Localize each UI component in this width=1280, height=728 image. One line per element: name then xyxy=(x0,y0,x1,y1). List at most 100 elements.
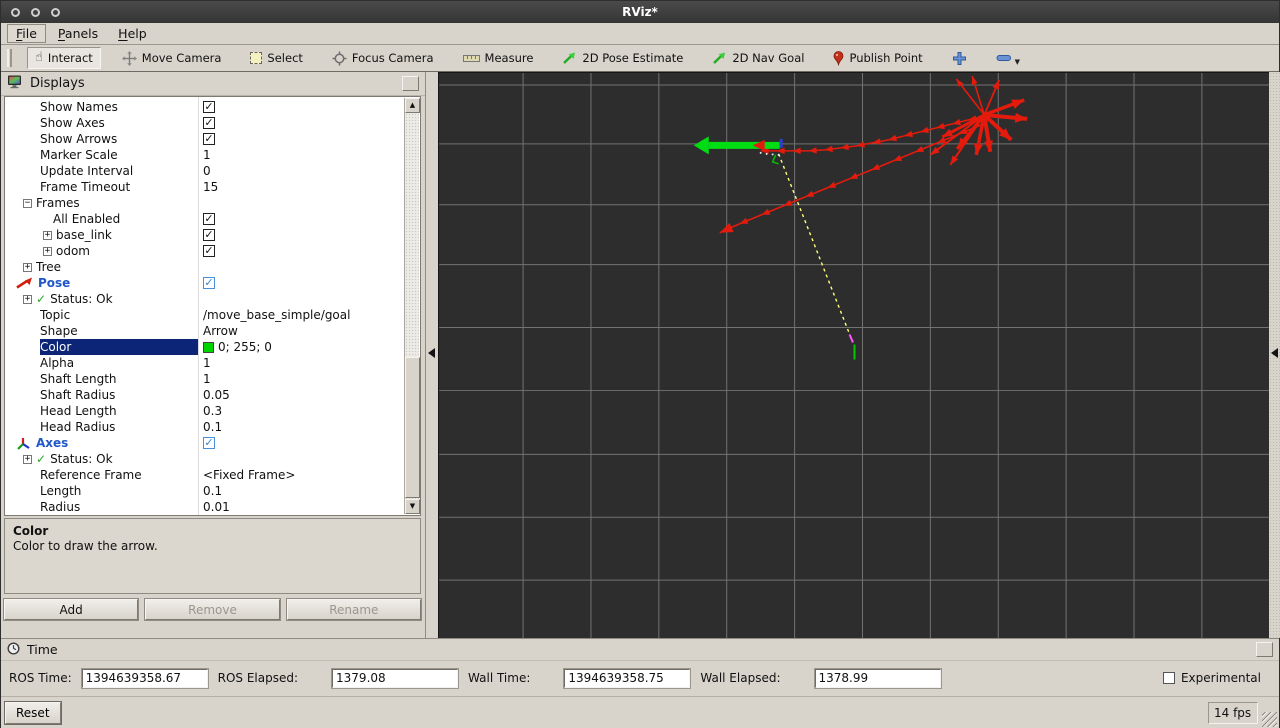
title-bar[interactable]: RViz* xyxy=(1,1,1279,23)
row-value[interactable]: 0.01 xyxy=(203,499,230,515)
pose-display-icon xyxy=(15,277,34,289)
tree-row-odom[interactable]: +odom✓ xyxy=(5,243,403,259)
remove-button[interactable]: Remove xyxy=(145,599,279,620)
tool-select[interactable]: Select xyxy=(242,47,310,69)
panel-splitter[interactable] xyxy=(426,72,438,638)
row-value[interactable]: /move_base_simple/goal xyxy=(203,307,350,323)
tree-row-show-axes[interactable]: Show Axes ✓ xyxy=(5,115,403,131)
scrollbar-up-button[interactable]: ▲ xyxy=(405,98,420,113)
tree-row-marker-scale[interactable]: Marker Scale1 xyxy=(5,147,403,163)
tree-row-head-length[interactable]: Head Length0.3 xyxy=(5,403,403,419)
row-value[interactable]: 0 xyxy=(203,163,211,179)
tool-focus-camera[interactable]: Focus Camera xyxy=(324,47,442,70)
expander-minus[interactable]: − xyxy=(23,199,32,208)
ros-elapsed-input[interactable] xyxy=(332,669,458,688)
tree-row-axes[interactable]: Axes✓ xyxy=(5,435,403,451)
menu-panels[interactable]: Panels xyxy=(50,25,106,42)
row-value[interactable]: 0.1 xyxy=(203,483,222,499)
row-value[interactable]: <Fixed Frame> xyxy=(203,467,295,483)
row-checkbox[interactable]: ✓ xyxy=(203,437,215,449)
displays-panel-header[interactable]: Displays xyxy=(1,72,425,96)
time-panel-header[interactable]: Time xyxy=(1,639,1279,661)
row-checkbox[interactable]: ✓ xyxy=(203,277,215,289)
main-area: Displays Show Names✓Show Axes✓Show Arrow… xyxy=(1,72,1279,638)
tree-row-shape[interactable]: ShapeArrow xyxy=(5,323,403,339)
displays-buttons: Add Remove Rename xyxy=(4,599,421,620)
tool-publish-point[interactable]: Publish Point xyxy=(825,47,930,70)
row-value[interactable]: Arrow xyxy=(203,323,238,339)
tree-row-status-ok[interactable]: +✓Status: Ok xyxy=(5,451,403,467)
row-checkbox[interactable]: ✓ xyxy=(203,117,215,129)
tree-row-show-names[interactable]: Show Names✓ xyxy=(5,99,403,115)
displays-undock-button[interactable] xyxy=(402,76,419,91)
wall-elapsed-input[interactable] xyxy=(815,669,941,688)
color-swatch[interactable] xyxy=(203,342,214,353)
ros-time-input[interactable] xyxy=(82,669,208,688)
scrollbar-thumb[interactable] xyxy=(405,357,420,498)
scrollbar-down-button[interactable]: ▼ xyxy=(405,499,420,514)
tree-row-radius[interactable]: Radius0.01 xyxy=(5,499,403,515)
3d-viewport[interactable] xyxy=(438,72,1269,638)
tree-row-pose[interactable]: Pose✓ xyxy=(5,275,403,291)
row-checkbox[interactable]: ✓ xyxy=(203,101,215,113)
expander-plus[interactable]: + xyxy=(43,247,52,256)
tree-row-all-enabled[interactable]: All Enabled✓ xyxy=(5,211,403,227)
experimental-checkbox[interactable] xyxy=(1163,672,1175,684)
experimental-toggle[interactable]: Experimental xyxy=(1163,671,1261,685)
laser-dot xyxy=(766,153,768,155)
tree-row-frame-timeout[interactable]: Frame Timeout15 xyxy=(5,179,403,195)
row-value[interactable]: 0; 255; 0 xyxy=(218,339,272,355)
tree-row-base-link[interactable]: +base_link✓ xyxy=(5,227,403,243)
time-undock-button[interactable] xyxy=(1256,642,1273,657)
expander-plus[interactable]: + xyxy=(23,295,32,304)
expander-plus[interactable]: + xyxy=(23,455,32,464)
row-value[interactable]: 1 xyxy=(203,147,211,163)
rename-button[interactable]: Rename xyxy=(287,599,421,620)
right-splitter-collapse-arrow[interactable] xyxy=(1271,348,1278,358)
tree-row-shaft-length[interactable]: Shaft Length1 xyxy=(5,371,403,387)
tool-2d-pose-estimate[interactable]: 2D Pose Estimate xyxy=(554,47,691,69)
tree-row-update-interval[interactable]: Update Interval0 xyxy=(5,163,403,179)
menu-file[interactable]: File xyxy=(7,24,46,43)
reset-button[interactable]: Reset xyxy=(5,702,61,724)
row-value[interactable]: 0.3 xyxy=(203,403,222,419)
tree-row-show-arrows[interactable]: Show Arrows✓ xyxy=(5,131,403,147)
tree-row-color[interactable]: Color0; 255; 0 xyxy=(5,339,403,355)
right-dock-splitter[interactable] xyxy=(1269,72,1280,638)
tool-plus[interactable] xyxy=(944,47,975,70)
row-checkbox[interactable]: ✓ xyxy=(203,245,215,257)
row-value[interactable]: 0.1 xyxy=(203,419,222,435)
row-value[interactable]: 1 xyxy=(203,355,211,371)
tree-row-shaft-radius[interactable]: Shaft Radius0.05 xyxy=(5,387,403,403)
row-checkbox[interactable]: ✓ xyxy=(203,229,215,241)
tool-dropdown-caret[interactable]: ▼ xyxy=(1015,58,1020,66)
tree-row-reference-frame[interactable]: Reference Frame<Fixed Frame> xyxy=(5,467,403,483)
menu-help[interactable]: Help xyxy=(110,25,155,42)
tool-minus[interactable]: ▼ xyxy=(988,50,1030,67)
tree-row-length[interactable]: Length0.1 xyxy=(5,483,403,499)
row-label: Show Axes xyxy=(40,115,105,131)
tool-move-camera[interactable]: Move Camera xyxy=(114,47,230,70)
tree-row-topic[interactable]: Topic/move_base_simple/goal xyxy=(5,307,403,323)
row-value[interactable]: 15 xyxy=(203,179,218,195)
expander-plus[interactable]: + xyxy=(43,231,52,240)
row-checkbox[interactable]: ✓ xyxy=(203,213,215,225)
row-value[interactable]: 1 xyxy=(203,371,211,387)
tree-row-head-radius[interactable]: Head Radius0.1 xyxy=(5,419,403,435)
row-value[interactable]: 0.05 xyxy=(203,387,230,403)
wall-time-input[interactable] xyxy=(564,669,690,688)
resize-grip[interactable] xyxy=(1262,712,1277,727)
tool-2d-nav-goal[interactable]: 2D Nav Goal xyxy=(704,47,812,69)
tree-scrollbar[interactable]: ▲ ▼ xyxy=(404,98,419,514)
tree-row-alpha[interactable]: Alpha1 xyxy=(5,355,403,371)
tool-interact[interactable]: ☝Interact xyxy=(27,47,101,69)
tree-row-tree[interactable]: +Tree xyxy=(5,259,403,275)
toolbar-drag-handle[interactable] xyxy=(7,49,12,67)
add-button[interactable]: Add xyxy=(4,599,138,620)
row-checkbox[interactable]: ✓ xyxy=(203,133,215,145)
tree-row-status-ok[interactable]: +✓Status: Ok xyxy=(5,291,403,307)
tool-measure[interactable]: Measure xyxy=(455,47,542,69)
expander-plus[interactable]: + xyxy=(23,263,32,272)
tree-row-frames[interactable]: −Frames xyxy=(5,195,403,211)
splitter-collapse-arrow[interactable] xyxy=(428,348,435,358)
